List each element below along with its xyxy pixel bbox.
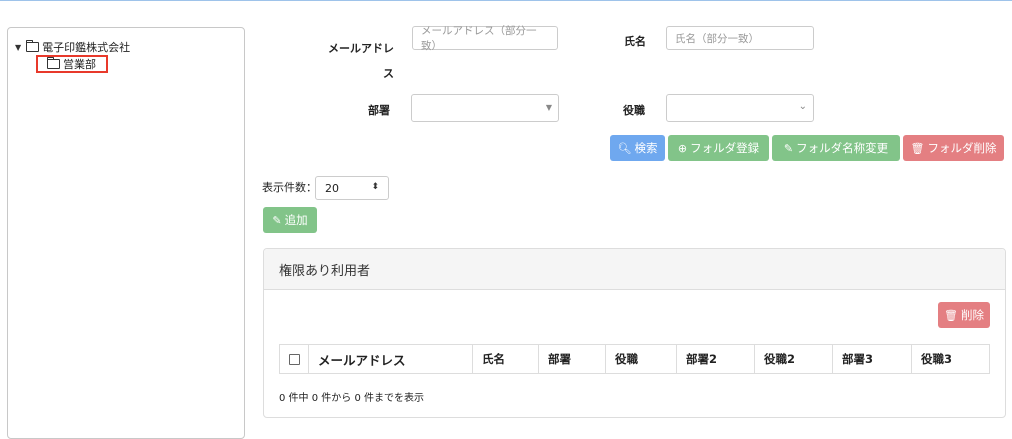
- sort-arrows-icon: ⬍: [371, 182, 379, 192]
- column-department2[interactable]: 部署2: [677, 345, 755, 373]
- per-page-value: 20: [325, 181, 339, 195]
- delete-button[interactable]: 🗑︎ 削除: [938, 302, 990, 328]
- folder-rename-label: フォルダ名称変更: [796, 141, 889, 155]
- column-position2[interactable]: 役職2: [755, 345, 833, 373]
- column-department3[interactable]: 部署3: [833, 345, 912, 373]
- top-border: [0, 0, 1012, 1]
- column-position3[interactable]: 役職3: [912, 345, 989, 373]
- column-position[interactable]: 役職: [606, 345, 677, 373]
- folder-delete-label: フォルダ削除: [927, 141, 997, 155]
- folder-icon: [47, 57, 60, 69]
- search-button[interactable]: 🔍︎ 検索: [610, 135, 665, 161]
- trash-icon: 🗑︎: [910, 141, 925, 155]
- table-summary: 0 件中 0 件から 0 件までを表示: [279, 393, 424, 404]
- folder-register-button[interactable]: ⊕ フォルダ登録: [668, 135, 769, 161]
- per-page-label: 表示件数：: [262, 181, 317, 194]
- edit-icon: ✎: [783, 141, 794, 155]
- select-all-checkbox[interactable]: [288, 353, 300, 365]
- column-email[interactable]: メールアドレス: [309, 345, 473, 373]
- users-table-header: メールアドレス 氏名 部署 役職 部署2 役職2 部署3 役職3: [279, 344, 990, 374]
- search-button-label: 検索: [634, 141, 658, 155]
- delete-button-label: 削除: [960, 308, 984, 322]
- email-input[interactable]: メールアドレス（部分一致）: [412, 25, 558, 52]
- trash-icon: 🗑︎: [944, 308, 958, 322]
- folder-register-label: フォルダ登録: [690, 141, 760, 155]
- authorized-users-panel: 権限あり利用者 🗑︎ 削除 メールアドレス 氏名 部署 役職 部署2 役職2 部署…: [263, 248, 1006, 418]
- add-button-label: 追加: [284, 213, 308, 227]
- search-icon: 🔍︎: [617, 141, 632, 155]
- folder-icon: [26, 40, 40, 52]
- name-label: 氏名: [624, 35, 646, 48]
- position-label: 役職: [623, 104, 645, 117]
- column-name[interactable]: 氏名: [473, 345, 539, 373]
- folder-delete-button[interactable]: 🗑︎ フォルダ削除: [903, 135, 1004, 161]
- position-select[interactable]: ⌄: [666, 94, 814, 122]
- name-input[interactable]: 氏名（部分一致）: [666, 26, 814, 50]
- panel-title: 権限あり利用者: [264, 249, 1005, 290]
- chevron-down-icon: ⌄: [798, 101, 807, 112]
- folder-rename-button[interactable]: ✎ フォルダ名称変更: [772, 135, 900, 161]
- tree-item-root-label[interactable]: 電子印鑑株式会社: [42, 39, 130, 55]
- add-button[interactable]: ✎ 追加: [263, 207, 317, 233]
- caret-down-icon[interactable]: ▼: [15, 43, 21, 52]
- edit-icon: ✎: [272, 213, 282, 227]
- tree-item-sales[interactable]: 営業部: [36, 55, 108, 73]
- column-department[interactable]: 部署: [539, 345, 606, 373]
- tree-item-sales-label[interactable]: 営業部: [63, 56, 96, 72]
- department-label: 部署: [368, 104, 390, 117]
- plus-circle-icon: ⊕: [677, 141, 688, 155]
- department-select[interactable]: ▼: [411, 94, 559, 122]
- tree-item-root[interactable]: ▼ 電子印鑑株式会社: [15, 39, 130, 55]
- select-all-cell: [280, 345, 309, 373]
- folder-tree-panel: ▼ 電子印鑑株式会社 営業部: [7, 27, 245, 439]
- per-page-select[interactable]: 20 ⬍: [315, 176, 389, 200]
- email-label: メールアドレス: [328, 42, 394, 80]
- chevron-down-icon: ▼: [545, 103, 552, 112]
